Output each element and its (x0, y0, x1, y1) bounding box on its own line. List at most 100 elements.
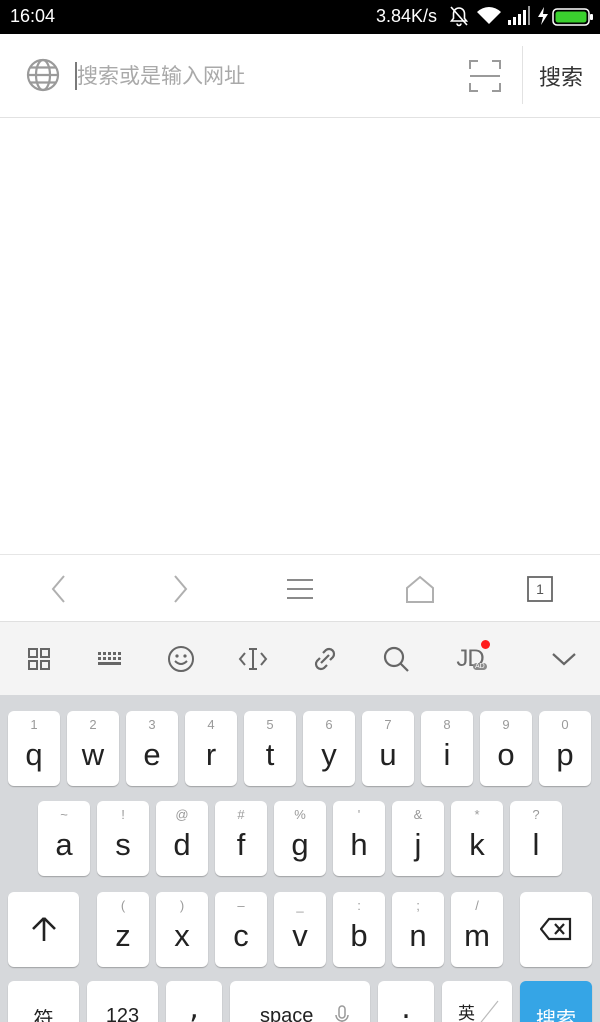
number-key-label: 123 (105, 1005, 140, 1022)
globe-icon[interactable] (26, 58, 60, 96)
key-label: e (143, 737, 161, 772)
key-label: d (173, 827, 191, 862)
key-secondary-label: ? (532, 807, 540, 822)
cursor-move-icon[interactable] (235, 642, 271, 676)
key-w[interactable]: 2w (67, 711, 119, 786)
key-secondary-label: ) (179, 898, 185, 913)
key-l[interactable]: ? l (510, 801, 562, 876)
browser-nav: 1 (0, 554, 600, 621)
key-k[interactable]: * k (451, 801, 503, 876)
status-time: 16:04 (10, 6, 56, 26)
number-key[interactable]: 123 (87, 981, 158, 1022)
key-secondary-label: ' (357, 807, 361, 822)
forward-button[interactable] (158, 569, 202, 609)
key-e[interactable]: 3e (126, 711, 178, 786)
scan-icon[interactable] (468, 59, 502, 97)
key-label: g (291, 827, 309, 862)
key-label: n (409, 918, 427, 953)
key-m[interactable]: / m (451, 892, 503, 967)
key-secondary-label: 0 (561, 717, 569, 732)
key-o[interactable]: 9o (480, 711, 532, 786)
key-label: u (379, 737, 397, 772)
microphone-icon (335, 1005, 349, 1022)
status-bar: 16:04 3.84K/s (0, 0, 600, 34)
space-key[interactable]: space (230, 981, 370, 1022)
search-button[interactable]: 搜索 (527, 54, 595, 98)
home-button[interactable] (398, 569, 442, 609)
wifi-icon (476, 5, 502, 31)
key-secondary-label: @ (175, 807, 189, 822)
period-key[interactable]: . (378, 981, 434, 1022)
tabs-button[interactable]: 1 (518, 569, 562, 609)
key-n[interactable]: ; n (392, 892, 444, 967)
key-secondary-label: & (413, 807, 423, 822)
backspace-key[interactable] (520, 892, 592, 967)
key-v[interactable]: _ v (274, 892, 326, 967)
key-c[interactable]: – c (215, 892, 267, 967)
signal-icon (507, 5, 531, 31)
key-secondary-label: ( (120, 898, 126, 913)
key-i[interactable]: 8i (421, 711, 473, 786)
jd-shopping-icon[interactable]: JD AD (452, 640, 490, 676)
network-speed: 3.84K/s (376, 6, 438, 26)
key-b[interactable]: :b (333, 892, 385, 967)
key-u[interactable]: 7u (362, 711, 414, 786)
key-secondary-label: # (237, 807, 245, 822)
key-secondary-label: _ (296, 898, 304, 913)
keyboard: 符 123 , space . 英 中 搜索 1q2w3e4r5t6y7u8i9… (0, 695, 600, 1022)
symbol-key[interactable]: 符 (8, 981, 79, 1022)
key-r[interactable]: 4r (185, 711, 237, 786)
comma-key[interactable]: , (166, 981, 222, 1022)
keyboard-toolbar: JD AD (0, 621, 600, 695)
search-input[interactable] (77, 56, 447, 96)
key-label: c (233, 918, 249, 953)
key-label: z (115, 918, 131, 953)
key-x[interactable]: ) x (156, 892, 208, 967)
emoji-icon[interactable] (163, 642, 199, 676)
key-secondary-label: ~ (60, 807, 68, 822)
key-secondary-label: / (475, 898, 479, 913)
key-y[interactable]: 6y (303, 711, 355, 786)
key-secondary-label: 3 (148, 717, 156, 732)
key-a[interactable]: ~ a (38, 801, 90, 876)
period-key-label: . (401, 991, 411, 1022)
key-secondary-label: 8 (443, 717, 451, 732)
key-d[interactable]: @ d (156, 801, 208, 876)
key-q[interactable]: 1q (8, 711, 60, 786)
key-f[interactable]: # f (215, 801, 267, 876)
page-content (0, 118, 600, 554)
key-secondary-label: % (294, 807, 306, 822)
menu-button[interactable] (278, 569, 322, 609)
enter-search-key[interactable]: 搜索 (520, 981, 592, 1022)
key-g[interactable]: % g (274, 801, 326, 876)
key-label: k (469, 827, 485, 862)
battery-icon (552, 8, 594, 30)
keyboard-icon[interactable] (92, 642, 128, 676)
back-button[interactable] (37, 569, 81, 609)
notification-dot (481, 640, 490, 649)
shift-key[interactable] (8, 892, 79, 967)
key-label: l (532, 827, 540, 862)
key-label: a (55, 827, 73, 862)
space-key-label: space (260, 1005, 314, 1022)
key-j[interactable]: & j (392, 801, 444, 876)
key-t[interactable]: 5t (244, 711, 296, 786)
key-secondary-label: 7 (384, 717, 392, 732)
key-h[interactable]: ' h (333, 801, 385, 876)
language-switch-key[interactable]: 英 中 (442, 981, 512, 1022)
link-icon[interactable] (307, 642, 343, 676)
key-label: t (265, 737, 275, 772)
key-label: s (115, 827, 131, 862)
key-secondary-label: 2 (89, 717, 97, 732)
key-s[interactable]: ! s (97, 801, 149, 876)
search-icon[interactable] (378, 642, 414, 676)
key-label: b (350, 918, 368, 953)
key-label: p (556, 737, 574, 772)
comma-key-label: , (189, 991, 199, 1022)
key-secondary-label: 4 (207, 717, 215, 732)
key-label: r (205, 737, 217, 772)
key-p[interactable]: 0p (539, 711, 591, 786)
apps-grid-icon[interactable] (21, 642, 57, 676)
collapse-keyboard-icon[interactable] (546, 642, 582, 676)
key-z[interactable]: (z (97, 892, 149, 967)
